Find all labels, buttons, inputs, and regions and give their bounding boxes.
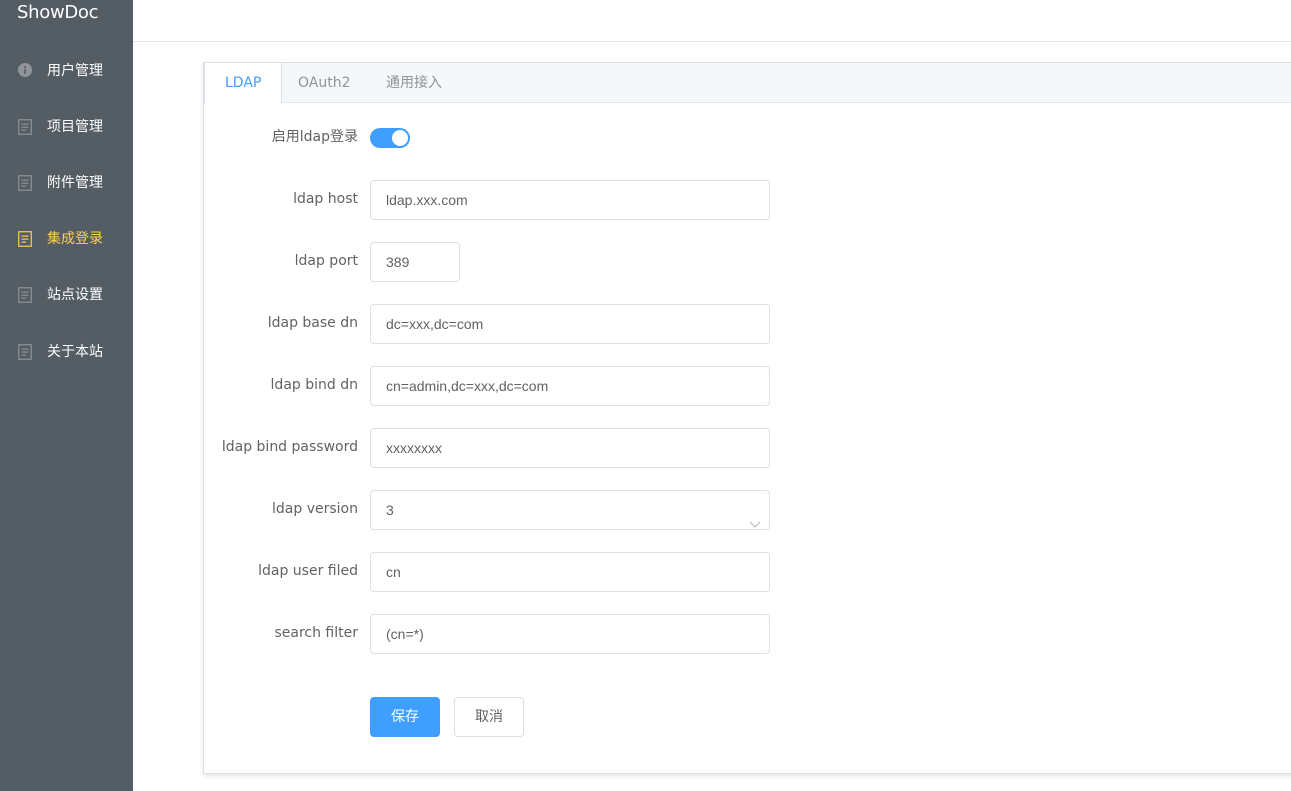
sidebar-item-site-settings[interactable]: 站点设置 xyxy=(0,267,133,323)
sidebar-item-label: 集成登录 xyxy=(47,231,103,247)
app-logo[interactable]: ShowDoc xyxy=(17,2,99,23)
document-icon xyxy=(18,119,32,135)
document-icon xyxy=(18,175,32,191)
tab-general-access[interactable]: 通用接入 xyxy=(365,63,463,103)
sidebar-item-label: 用户管理 xyxy=(47,63,103,79)
ldap-host-label: ldap host xyxy=(293,191,358,207)
sidebar-item-label: 站点设置 xyxy=(47,287,103,303)
document-icon xyxy=(18,287,32,303)
tab-ldap[interactable]: LDAP xyxy=(204,63,283,104)
ldap-bind-dn-label: ldap bind dn xyxy=(270,377,358,393)
info-icon xyxy=(18,63,32,79)
top-header xyxy=(133,0,1291,42)
ldap-bind-dn-input[interactable]: cn=admin,dc=xxx,dc=com xyxy=(370,366,770,406)
sidebar-item-projects[interactable]: 项目管理 xyxy=(0,99,133,155)
sidebar-item-label: 关于本站 xyxy=(47,344,103,360)
ldap-host-input[interactable]: ldap.xxx.com xyxy=(370,180,770,220)
enable-ldap-label: 启用ldap登录 xyxy=(271,129,358,145)
sidebar-item-about[interactable]: 关于本站 xyxy=(0,324,133,380)
switch-knob xyxy=(392,130,408,146)
enable-ldap-switch[interactable] xyxy=(370,128,410,148)
tab-oauth2[interactable]: OAuth2 xyxy=(277,63,372,103)
sidebar-item-label: 附件管理 xyxy=(47,175,103,191)
ldap-version-select[interactable]: 3 xyxy=(370,490,770,530)
ldap-port-label: ldap port xyxy=(294,253,358,269)
sidebar-item-attachments[interactable]: 附件管理 xyxy=(0,155,133,211)
ldap-base-dn-input[interactable]: dc=xxx,dc=com xyxy=(370,304,770,344)
search-filter-label: search filter xyxy=(274,625,358,641)
ldap-user-field-label: ldap user filed xyxy=(258,563,358,579)
settings-card: LDAP OAuth2 通用接入 启用ldap登录 ldap host ldap… xyxy=(203,62,1291,774)
ldap-user-field-input[interactable]: cn xyxy=(370,552,770,592)
cancel-button[interactable]: 取消 xyxy=(454,697,524,737)
sidebar-item-label: 项目管理 xyxy=(47,119,103,135)
ldap-version-label: ldap version xyxy=(272,501,358,517)
tab-bar: LDAP OAuth2 通用接入 xyxy=(204,63,1291,104)
document-icon xyxy=(18,344,32,360)
sidebar-item-users[interactable]: 用户管理 xyxy=(0,43,133,99)
save-button[interactable]: 保存 xyxy=(370,697,440,737)
search-filter-input[interactable]: (cn=*) xyxy=(370,614,770,654)
ldap-version-value: 3 xyxy=(386,502,394,518)
ldap-bind-password-input[interactable]: xxxxxxxx xyxy=(370,428,770,468)
ldap-base-dn-label: ldap base dn xyxy=(267,315,358,331)
chevron-down-icon xyxy=(749,505,761,528)
sidebar-item-integrated-login[interactable]: 集成登录 xyxy=(0,211,133,267)
ldap-bind-password-label: ldap bind password xyxy=(221,439,358,455)
ldap-port-input[interactable]: 389 xyxy=(370,242,460,282)
document-icon xyxy=(18,231,32,247)
sidebar: ShowDoc 用户管理 项目管理 附件管理 集成登录 站点设置 关于本站 xyxy=(0,0,133,791)
